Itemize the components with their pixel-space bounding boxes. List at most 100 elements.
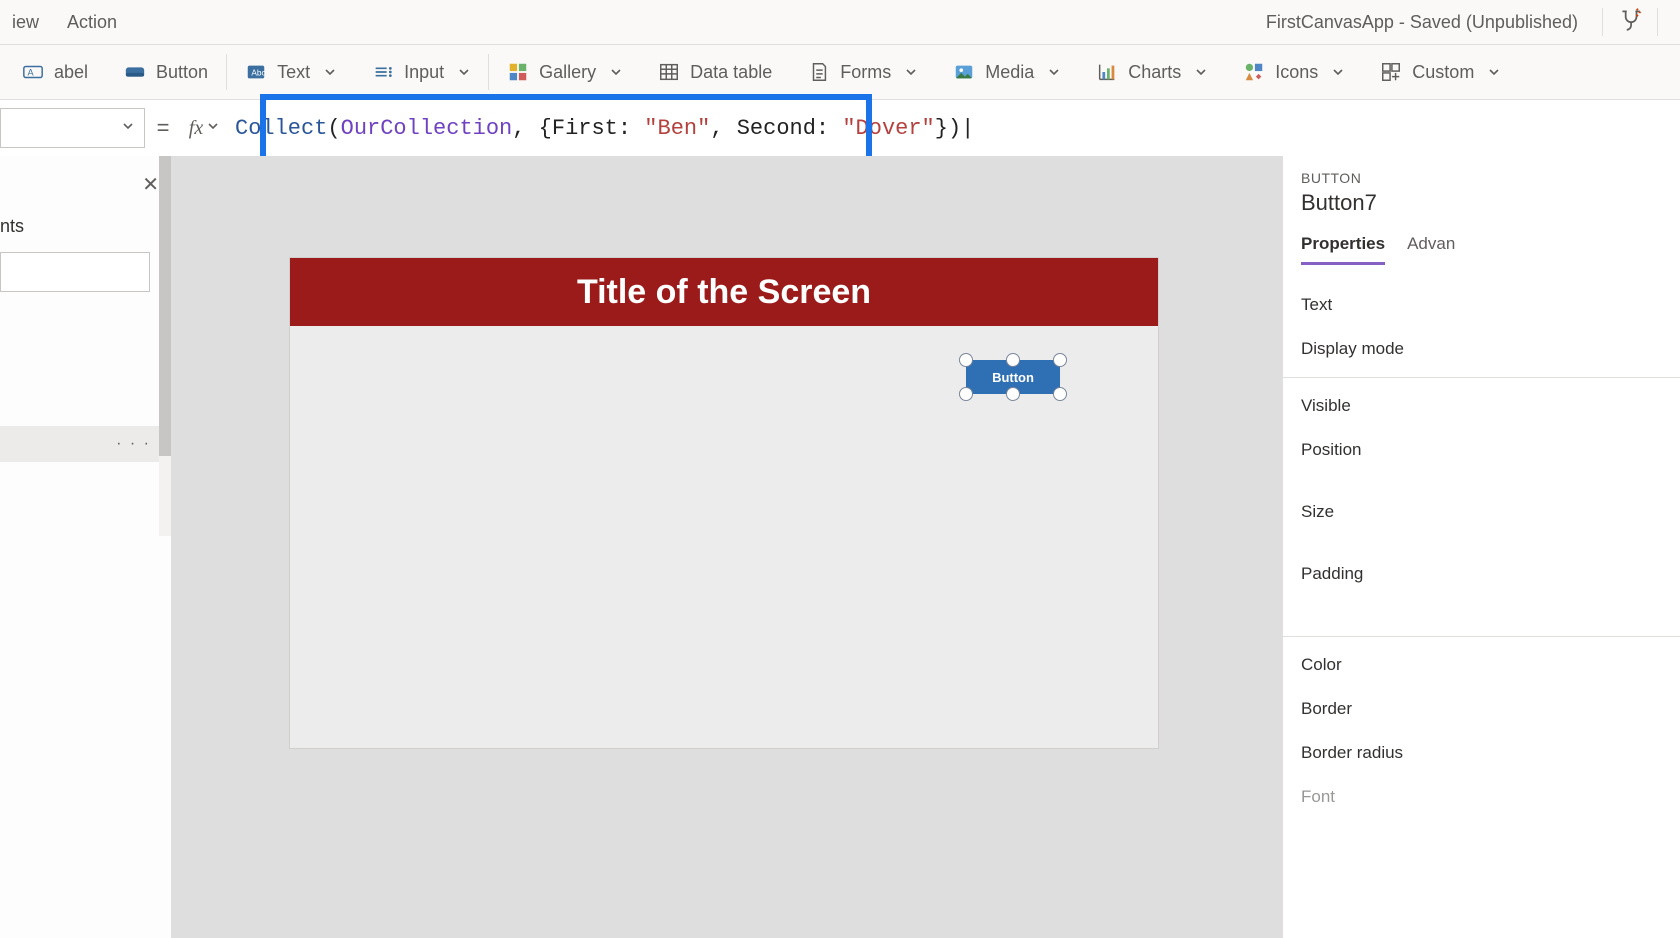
gallery-icon <box>507 61 529 83</box>
menu-action[interactable]: Action <box>67 12 117 33</box>
formula-token-collection: OurCollection <box>341 116 513 141</box>
properties-pane: BUTTON Button7 Properties Advan Text Dis… <box>1282 156 1680 938</box>
formula-token: }) <box>935 116 961 141</box>
tab-advanced[interactable]: Advan <box>1407 234 1455 265</box>
chevron-down-icon <box>1195 62 1207 83</box>
fx-button[interactable]: fx <box>181 108 227 148</box>
ribbon-media[interactable]: Media <box>935 45 1078 99</box>
chevron-down-icon <box>610 62 622 83</box>
menubar-separator <box>1602 8 1603 36</box>
selected-button-text: Button <box>992 370 1034 385</box>
prop-divider <box>1283 377 1680 378</box>
more-icon[interactable]: · · · <box>116 435 151 453</box>
ribbon-text[interactable]: Abc Text <box>227 45 354 99</box>
ribbon-gallery[interactable]: Gallery <box>489 45 640 99</box>
selection-handle[interactable] <box>1006 387 1020 401</box>
selection-handle[interactable] <box>1006 353 1020 367</box>
prop-text[interactable]: Text <box>1301 283 1662 327</box>
selection-handle[interactable] <box>959 387 973 401</box>
input-icon <box>372 61 394 83</box>
ribbon-button-text: Button <box>156 62 208 83</box>
tree-selected-item[interactable]: · · · <box>0 426 171 462</box>
custom-icon <box>1380 61 1402 83</box>
app-checker-icon[interactable] <box>1617 7 1643 38</box>
chevron-down-icon <box>1332 62 1344 83</box>
prop-size[interactable]: Size <box>1301 490 1662 534</box>
formula-token: , {First: <box>512 116 644 141</box>
media-icon <box>953 61 975 83</box>
formula-token-string: "Ben" <box>644 116 710 141</box>
ribbon-label[interactable]: A abel <box>4 45 106 99</box>
label-icon: A <box>22 61 44 83</box>
datatable-icon <box>658 61 680 83</box>
selection-handle[interactable] <box>959 353 973 367</box>
prop-font[interactable]: Font <box>1301 775 1662 819</box>
ribbon-input[interactable]: Input <box>354 45 488 99</box>
menu-view[interactable]: iew <box>12 12 39 33</box>
property-dropdown[interactable] <box>0 108 145 148</box>
forms-icon <box>808 61 830 83</box>
prop-border-radius[interactable]: Border radius <box>1301 731 1662 775</box>
ribbon-label-text: abel <box>54 62 88 83</box>
top-menubar: iew Action FirstCanvasApp - Saved (Unpub… <box>0 0 1680 45</box>
ribbon-icons[interactable]: Icons <box>1225 45 1362 99</box>
ribbon-button[interactable]: Button <box>106 45 226 99</box>
ribbon-forms-label: Forms <box>840 62 891 83</box>
text-icon: Abc <box>245 61 267 83</box>
tree-scrollbar-thumb[interactable] <box>159 156 171 456</box>
insert-ribbon: A abel Button Abc Text Input Gallery <box>0 45 1680 100</box>
screen[interactable]: Title of the Screen Button <box>290 258 1158 748</box>
tree-view-pane: ✕ nts · · · <box>0 156 172 938</box>
chevron-down-icon <box>1488 62 1500 83</box>
prop-display-mode[interactable]: Display mode <box>1301 327 1662 371</box>
ribbon-charts-label: Charts <box>1128 62 1181 83</box>
formula-token-string: "Dover" <box>842 116 934 141</box>
prop-border[interactable]: Border <box>1301 687 1662 731</box>
prop-position[interactable]: Position <box>1301 428 1662 472</box>
app-title: FirstCanvasApp - Saved (Unpublished) <box>1266 12 1588 33</box>
close-icon[interactable]: ✕ <box>142 172 159 197</box>
tab-properties[interactable]: Properties <box>1301 234 1385 265</box>
formula-input[interactable]: Collect(OurCollection, {First: "Ben", Se… <box>227 108 1680 148</box>
fx-icon: fx <box>189 117 203 140</box>
ribbon-custom[interactable]: Custom <box>1362 45 1518 99</box>
tree-search-input[interactable] <box>0 252 150 292</box>
formula-token: ( <box>327 116 340 141</box>
equals-sign: = <box>145 115 181 141</box>
chevron-down-icon <box>458 62 470 83</box>
ribbon-input-label: Input <box>404 62 444 83</box>
tree-heading: nts <box>0 216 24 237</box>
properties-list: Text Display mode Visible Position Size … <box>1301 283 1662 819</box>
ribbon-icons-label: Icons <box>1275 62 1318 83</box>
ribbon-datatable[interactable]: Data table <box>640 45 790 99</box>
ribbon-custom-label: Custom <box>1412 62 1474 83</box>
prop-color[interactable]: Color <box>1301 643 1662 687</box>
svg-text:A: A <box>28 68 35 78</box>
ribbon-datatable-label: Data table <box>690 62 772 83</box>
selection-handle[interactable] <box>1053 387 1067 401</box>
icons-icon <box>1243 61 1265 83</box>
formula-token: , Second: <box>710 116 842 141</box>
screen-title-label: Title of the Screen <box>290 258 1158 326</box>
chevron-down-icon <box>905 62 917 83</box>
menubar-separator-2 <box>1657 8 1658 36</box>
chevron-down-icon <box>1048 62 1060 83</box>
control-type-label: BUTTON <box>1301 170 1662 186</box>
prop-visible[interactable]: Visible <box>1301 384 1662 428</box>
chevron-down-icon <box>324 62 336 83</box>
chevron-down-icon <box>207 119 219 137</box>
ribbon-gallery-label: Gallery <box>539 62 596 83</box>
prop-divider <box>1283 636 1680 637</box>
ribbon-charts[interactable]: Charts <box>1078 45 1225 99</box>
formula-token-function: Collect <box>235 116 327 141</box>
ribbon-text-label: Text <box>277 62 310 83</box>
canvas-area[interactable]: Title of the Screen Button <box>172 156 1282 938</box>
selection-handle[interactable] <box>1053 353 1067 367</box>
prop-padding[interactable]: Padding <box>1301 552 1662 596</box>
control-name-label[interactable]: Button7 <box>1301 190 1662 216</box>
charts-icon <box>1096 61 1118 83</box>
ribbon-forms[interactable]: Forms <box>790 45 935 99</box>
chevron-down-icon <box>122 119 134 137</box>
button-icon <box>124 61 146 83</box>
formula-bar: = fx Collect(OurCollection, {First: "Ben… <box>0 100 1680 156</box>
